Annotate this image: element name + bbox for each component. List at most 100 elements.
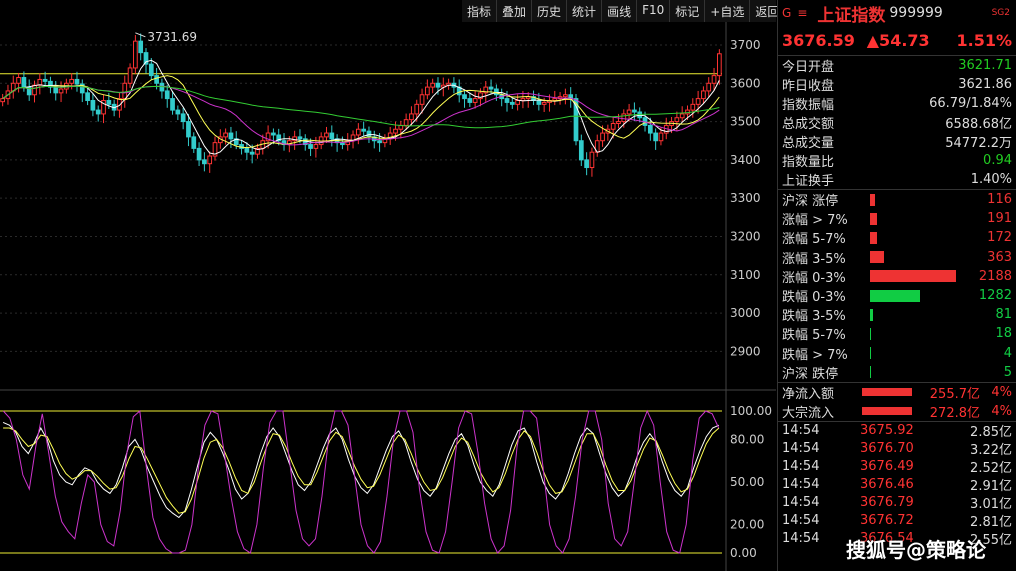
candle-body — [430, 82, 436, 88]
toolbar-button-0[interactable]: 指标 — [462, 0, 498, 22]
breadth-bar — [870, 270, 956, 283]
candle-body — [202, 159, 207, 165]
candle-body — [695, 98, 701, 105]
toolbar-button-3[interactable]: 统计 — [567, 0, 603, 22]
candle-body — [711, 75, 717, 84]
stat-row: 上证换手 1.40% — [778, 170, 1016, 189]
breadth-label: 涨幅 > 7% — [782, 213, 848, 229]
breadth-label: 涨幅 0-3% — [782, 270, 846, 286]
toolbar-button-7[interactable]: +自选 — [705, 0, 751, 22]
toolbar-button-4[interactable]: 画线 — [602, 0, 638, 22]
breadth-row: 沪深 涨停 116 — [778, 190, 1016, 209]
candle-body — [53, 86, 59, 94]
breadth-bar-track — [870, 308, 970, 321]
main-y-tick-label: 3500 — [730, 115, 761, 129]
candle-body — [21, 77, 27, 88]
tick-row: 14:54 3675.92 2.85亿 — [778, 422, 1016, 440]
stat-label: 上证换手 — [782, 174, 835, 189]
main-y-tick-label: 3700 — [730, 38, 761, 52]
breadth-row: 跌幅 0-3% 1282 — [778, 286, 1016, 305]
breadth-row: 涨幅 0-3% 2188 — [778, 267, 1016, 286]
candle-body — [536, 100, 542, 105]
breadth-row: 跌幅 5-7% 18 — [778, 324, 1016, 343]
g-icon[interactable]: G — [782, 6, 791, 20]
tick-time: 14:54 — [782, 459, 820, 475]
breadth-bar — [870, 347, 871, 360]
breadth-bar — [870, 308, 874, 321]
toolbar-button-1[interactable]: 叠加 — [497, 0, 533, 22]
candle-body — [488, 86, 494, 90]
breadth-value: 5 — [1003, 364, 1012, 380]
tick-time: 14:54 — [782, 513, 820, 529]
breadth-label: 跌幅 5-7% — [782, 328, 846, 344]
candle-body — [504, 98, 510, 103]
tick-row: 14:54 3676.46 2.91亿 — [778, 476, 1016, 494]
chart-svg[interactable]: 3700 3600 3500 3400 3300 3200 3100 3000 2900 3731… — [0, 22, 776, 571]
menu-icon[interactable]: ≡ — [797, 6, 807, 20]
tick-price: 3676.46 — [860, 477, 914, 493]
candle-body — [308, 144, 313, 149]
breadth-label: 涨幅 5-7% — [782, 232, 846, 248]
flow-row: 大宗流入 272.8亿 4% — [778, 402, 1016, 421]
candle-body — [16, 77, 21, 84]
candle-body — [154, 75, 159, 84]
tick-volume: 3.22亿 — [970, 443, 1012, 459]
main-y-tick-label: 3400 — [730, 153, 761, 167]
candle-body — [175, 109, 181, 115]
candle-body — [414, 103, 420, 115]
indicator-y-tick-label: 100.00 — [730, 404, 772, 418]
tick-volume: 3.01亿 — [970, 497, 1012, 513]
breadth-bar-track — [870, 327, 970, 340]
candle-body — [600, 132, 605, 142]
stat-value: 1.40% — [970, 172, 1012, 187]
candle-body — [467, 98, 473, 103]
flow-bar — [862, 388, 912, 397]
stat-value: 6588.68亿 — [945, 117, 1012, 132]
tick-price: 3676.72 — [860, 513, 914, 529]
indicator-line — [2, 421, 720, 519]
candle-body — [472, 98, 478, 103]
candle-body — [658, 132, 664, 142]
breadth-bar-track — [870, 289, 970, 302]
indicator-line — [2, 409, 720, 554]
candle-body — [403, 119, 409, 126]
toolbar-button-6[interactable]: 标记 — [670, 0, 706, 22]
breadth-label: 涨幅 3-5% — [782, 251, 846, 267]
breadth-bar — [870, 231, 877, 244]
candle-body — [223, 132, 228, 138]
stat-row: 总成交额 6588.68亿 — [778, 113, 1016, 132]
quote-line: 3676.59 ▲54.73 1.51% — [778, 26, 1016, 56]
chart-area[interactable]: 3700 3600 3500 3400 3300 3200 3100 3000 2900 3731… — [0, 22, 776, 571]
tick-row: 14:54 3676.79 3.01亿 — [778, 494, 1016, 512]
moving-average-line — [2, 85, 720, 146]
stat-label: 总成交额 — [782, 117, 835, 132]
candle-body — [95, 109, 101, 115]
candle-body — [616, 121, 621, 124]
indicator-y-tick-label: 50.00 — [730, 475, 764, 489]
candle-body — [355, 128, 361, 136]
candle-body — [32, 84, 37, 96]
tick-volume: 2.81亿 — [970, 515, 1012, 531]
toolbar-button-2[interactable]: 历史 — [532, 0, 568, 22]
breadth-bar — [870, 366, 871, 379]
main-y-tick-label: 3200 — [730, 229, 761, 243]
candle-body — [626, 109, 632, 115]
breadth-value: 2188 — [978, 268, 1012, 284]
breadth-value: 191 — [987, 211, 1012, 227]
candle-body — [122, 82, 128, 100]
breadth-bar-track — [870, 270, 970, 283]
breadth-bar — [870, 212, 878, 225]
stat-row: 昨日收盘 3621.86 — [778, 75, 1016, 94]
breadth-bar-track — [870, 193, 970, 206]
candle-body — [621, 113, 627, 123]
tick-price: 3675.92 — [860, 423, 914, 439]
toolbar-button-5[interactable]: F10 — [637, 0, 671, 22]
stat-row: 指数振幅 66.79/1.84% — [778, 94, 1016, 113]
candle-body — [393, 128, 398, 134]
tick-row: 14:54 3676.70 3.22亿 — [778, 440, 1016, 458]
candle-body — [409, 113, 414, 121]
tick-row: 14:54 3676.49 2.52亿 — [778, 458, 1016, 476]
candle-body — [170, 98, 175, 111]
stat-value: 3621.86 — [958, 77, 1012, 92]
flow-label: 净流入额 — [782, 386, 835, 402]
